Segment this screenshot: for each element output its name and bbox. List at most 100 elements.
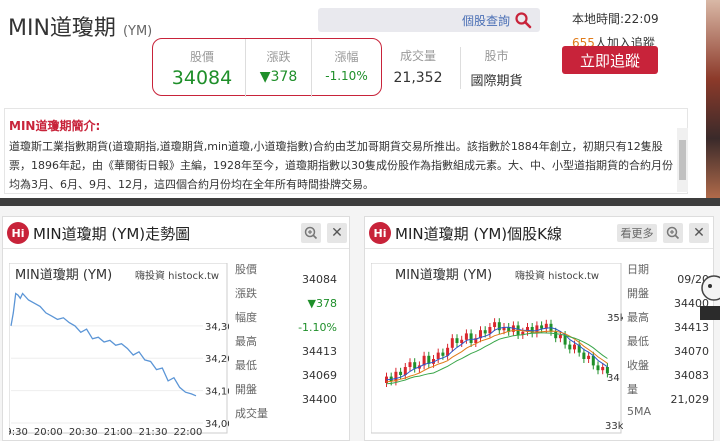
search-box[interactable]: 個股查詢 <box>318 8 540 32</box>
follow-button[interactable]: 立即追蹤 <box>562 46 658 74</box>
search-icon[interactable] <box>514 11 532 29</box>
market-value: 國際期貨 <box>470 74 523 89</box>
candle <box>441 352 445 356</box>
candle <box>493 322 497 327</box>
volume-label: 成交量 <box>399 49 436 63</box>
market-cell: 股市 國際期貨 <box>460 47 532 89</box>
price-label: 股價 <box>189 50 214 64</box>
symbol-text: (YM) <box>122 24 153 39</box>
volume-value: 21,352 <box>393 70 443 86</box>
separator <box>0 198 720 206</box>
stat-key: 漲跌 <box>235 287 257 300</box>
y-tick-label: 34,000 <box>205 419 229 430</box>
x-tick-label: 21:00 <box>104 427 133 438</box>
change-value: ▼378 <box>259 69 298 85</box>
stat-row: 開盤 34400 <box>235 381 337 406</box>
candle <box>540 325 544 329</box>
candle <box>436 352 440 359</box>
intro-title: MIN道瓊期簡介: <box>9 119 101 133</box>
candle <box>469 333 473 343</box>
stat-row: 最高 34413 <box>627 309 709 334</box>
x-tick-label: 21:30 <box>139 427 168 438</box>
stat-key: 量 <box>627 383 638 396</box>
search-label[interactable]: 個股查詢 <box>462 12 510 29</box>
zoom-icon[interactable] <box>663 223 683 243</box>
candle <box>483 330 487 334</box>
stat-row: 股價 34084 <box>235 261 337 286</box>
trend-chart: MIN道瓊期 (YM) 嗨投資 histock.tw 19:30 20:00 20:… <box>9 263 229 438</box>
quote-summary: 股價 34084 漲跌 ▼378 漲幅 -1.10% <box>152 38 382 97</box>
trend-panel: Hi MIN道瓊期 (YM)走勢圖 ✕ MIN道瓊期 (YM) 嗨投資 hist… <box>2 216 350 441</box>
zoom-icon[interactable] <box>301 223 321 243</box>
volume-cell: 成交量 21,352 <box>388 47 448 86</box>
kline-y-label: 33k <box>605 421 623 432</box>
x-tick-label: 19:30 <box>9 427 28 438</box>
kline-watermark: 嗨投資 histock.tw <box>515 269 599 282</box>
stat-row: 漲跌 ▼378 <box>235 285 337 310</box>
stat-row: 5MA <box>627 405 709 429</box>
stat-row: 幅度 -1.10% <box>235 309 337 334</box>
stat-key: 開盤 <box>235 383 257 396</box>
candle <box>488 327 492 334</box>
hi-logo-icon: Hi <box>7 222 29 244</box>
kline-panel: Hi MIN道瓊期 (YM)個股K線 看更多 ✕ MIN道瓊期 (YM) 嗨投資… <box>364 216 714 441</box>
y-tick-label: 34,100 <box>205 387 229 398</box>
candle <box>596 365 600 371</box>
kline-stats: 日期 09/20 開盤 34400 最高 34413 最低 34070 收盤 34083 量 21,0… <box>627 261 709 441</box>
stat-key: 最低 <box>235 359 257 372</box>
scroll-thumb[interactable] <box>679 140 686 180</box>
stat-key: 開盤 <box>627 287 649 300</box>
close-icon[interactable]: ✕ <box>327 223 347 243</box>
candle <box>408 362 412 367</box>
stat-key: 最高 <box>627 311 649 324</box>
kline-chart: MIN道瓊期 (YM) 嗨投資 histock.tw 35k 34 33k <box>371 263 623 434</box>
stat-key: 最高 <box>235 335 257 348</box>
quote-header: MIN道瓊期 (YM) 個股查詢 本地時間:22:09 655人加入追蹤 股價 … <box>0 0 720 198</box>
side-photo <box>706 0 720 198</box>
candle <box>582 352 586 359</box>
intro-scrollbar[interactable] <box>677 128 688 192</box>
stat-row: 日期 09/20 <box>627 261 709 286</box>
x-tick-label: 22:00 <box>174 427 203 438</box>
percent-value: -1.10% <box>325 69 368 83</box>
candle <box>568 344 572 350</box>
change-cell: 漲跌 ▼378 <box>245 39 311 97</box>
panels-area: Hi MIN道瓊期 (YM)走勢圖 ✕ MIN道瓊期 (YM) 嗨投資 hist… <box>0 206 720 441</box>
candle <box>587 355 591 359</box>
stat-row: 成交量 <box>235 405 337 429</box>
stat-key: 成交量 <box>235 407 268 420</box>
candle <box>464 333 468 340</box>
percent-label: 漲幅 <box>334 50 359 64</box>
candle <box>450 338 454 348</box>
more-button[interactable]: 看更多 <box>617 224 657 242</box>
kline-panel-title: MIN道瓊期 (YM)個股K線 <box>395 225 563 243</box>
stat-row: 量 21,029 <box>627 381 709 406</box>
y-tick-label: 34,300 <box>205 322 229 333</box>
y-tick-label: 34,200 <box>205 354 229 365</box>
intro-box: MIN道瓊期簡介: 道瓊斯工業指數期貨(道瓊期指,道瓊期貨,min道瓊,小道瓊指… <box>4 108 688 194</box>
trend-stats: 股價 34084 漲跌 ▼378 幅度 -1.10% 最高 34413 最低 34069 開盤 344… <box>235 261 337 441</box>
chart-title: MIN道瓊期 (YM) <box>15 268 112 283</box>
stat-key: 股價 <box>235 263 257 276</box>
stat-key: 最低 <box>627 335 649 348</box>
stat-row: 開盤 34400 <box>627 285 709 310</box>
x-tick-label: 20:30 <box>69 427 98 438</box>
candle <box>399 371 403 375</box>
trend-panel-header: Hi MIN道瓊期 (YM)走勢圖 ✕ <box>3 217 349 249</box>
kline-y-label: 35k <box>607 313 623 324</box>
title-text: MIN道瓊期 <box>8 16 116 41</box>
candle <box>413 362 417 369</box>
candle <box>460 339 464 343</box>
kline-panel-header: Hi MIN道瓊期 (YM)個股K線 看更多 ✕ <box>365 217 713 249</box>
stat-key: 日期 <box>627 263 649 276</box>
stat-row: 收盤 34083 <box>627 357 709 382</box>
candle <box>558 335 562 339</box>
stat-key: 收盤 <box>627 359 649 372</box>
candle <box>573 344 576 350</box>
kline-chart-title: MIN道瓊期 (YM) <box>395 268 492 283</box>
local-time: 本地時間:22:09 <box>572 12 659 26</box>
intro-text: 道瓊斯工業指數期貨(道瓊期指,道瓊期貨,min道瓊,小道瓊指數)合約由芝加哥期貨… <box>9 140 673 191</box>
change-label: 漲跌 <box>266 50 291 64</box>
stat-row: 最高 34413 <box>235 333 337 358</box>
close-icon[interactable]: ✕ <box>689 223 709 243</box>
